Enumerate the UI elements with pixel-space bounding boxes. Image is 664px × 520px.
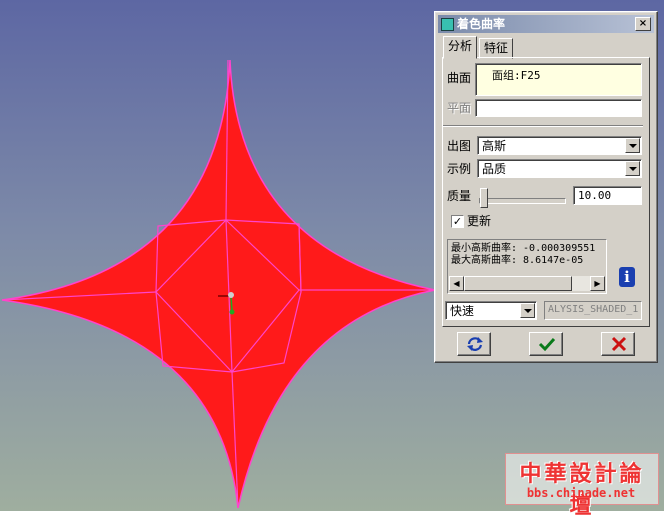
close-button[interactable]: × xyxy=(635,17,651,31)
app-icon xyxy=(441,18,454,31)
divider xyxy=(443,125,643,127)
max-curvature-text: 最大高斯曲率: 8.6147e-05 xyxy=(451,255,584,266)
curvature-surface xyxy=(1,59,436,509)
update-checkbox[interactable]: ✓ xyxy=(451,215,464,228)
surface-value: 面组:F25 xyxy=(492,69,541,82)
watermark-url: bbs.chinade.net xyxy=(526,486,636,500)
mode-select[interactable]: 快速 xyxy=(445,301,537,320)
display-label: 示例 xyxy=(447,162,472,176)
display-type-value: 品质 xyxy=(482,162,507,176)
scroll-right-icon[interactable]: ▶ xyxy=(590,276,605,291)
checkmark-icon xyxy=(538,337,556,352)
scroll-thumb[interactable] xyxy=(464,276,572,291)
quality-slider-handle[interactable] xyxy=(480,188,488,208)
dialog-title: 着色曲率 xyxy=(457,17,506,31)
quality-slider-track[interactable] xyxy=(479,198,566,204)
output-type-value: 高斯 xyxy=(482,139,507,153)
repeat-icon xyxy=(467,337,483,351)
display-type-select[interactable]: 品质 xyxy=(477,159,642,178)
update-label: 更新 xyxy=(467,214,492,228)
info-icon[interactable]: i xyxy=(619,267,635,287)
tab-feature[interactable]: 特征 xyxy=(479,38,514,59)
plane-label: 平面 xyxy=(447,101,472,115)
chevron-down-icon[interactable] xyxy=(520,303,535,318)
results-scrollbar[interactable]: ◀ ▶ xyxy=(449,276,605,291)
quality-input[interactable]: 10.00 xyxy=(573,186,642,205)
forum-watermark: 中華設計論壇 bbs.chinade.net xyxy=(505,453,659,519)
analysis-name-field[interactable]: ALYSIS_SHADED_1 xyxy=(544,301,642,320)
mode-value: 快速 xyxy=(450,304,475,318)
chevron-down-icon[interactable] xyxy=(625,161,640,176)
output-type-select[interactable]: 高斯 xyxy=(477,136,642,155)
output-label: 出图 xyxy=(447,139,472,153)
plane-selector[interactable] xyxy=(475,99,642,117)
surface-selector[interactable]: 面组:F25 xyxy=(475,63,642,96)
shaded-curvature-dialog: 着色曲率 × 分析 特征 曲面 面组:F25 平面 出图 高斯 示例 品质 质量… xyxy=(434,11,658,363)
surface-label: 曲面 xyxy=(447,71,472,85)
chevron-down-icon[interactable] xyxy=(625,138,640,153)
dialog-titlebar[interactable]: 着色曲率 × xyxy=(438,15,654,33)
scroll-left-icon[interactable]: ◀ xyxy=(449,276,464,291)
repeat-button[interactable] xyxy=(457,332,491,356)
results-panel: 最小高斯曲率: -0.000309551 最大高斯曲率: 8.6147e-05 … xyxy=(447,239,607,294)
ok-button[interactable] xyxy=(529,332,563,356)
quality-label: 质量 xyxy=(447,189,472,203)
min-curvature-text: 最小高斯曲率: -0.000309551 xyxy=(451,243,596,254)
cancel-button[interactable] xyxy=(601,332,635,356)
quality-value: 10.00 xyxy=(578,189,612,202)
tab-analysis[interactable]: 分析 xyxy=(443,36,478,59)
close-x-icon xyxy=(611,336,627,352)
